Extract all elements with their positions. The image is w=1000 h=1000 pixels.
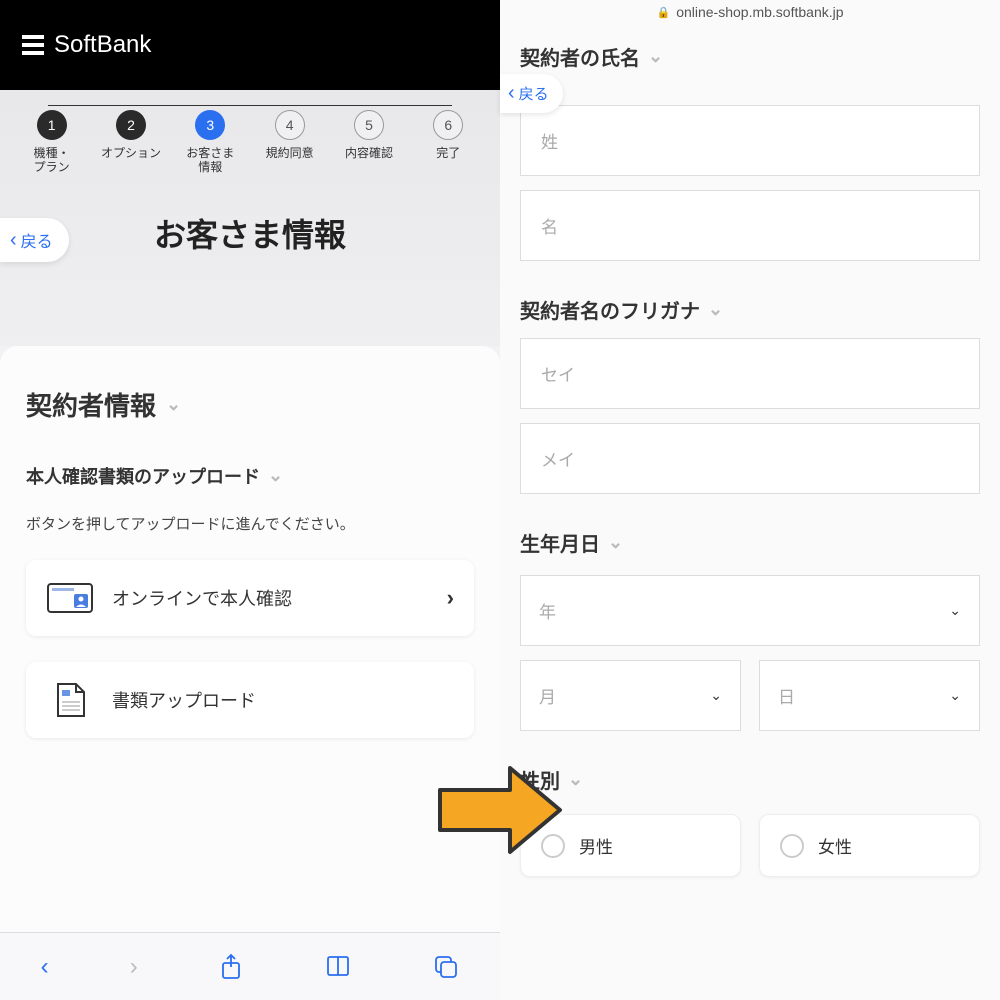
- lock-icon: 🔒: [656, 6, 670, 19]
- document-upload-button[interactable]: 書類アップロード: [26, 662, 474, 738]
- day-select[interactable]: 日⌄: [759, 660, 980, 731]
- online-verify-button[interactable]: オンラインで本人確認 ›: [26, 560, 474, 636]
- chevron-down-icon: ⌄: [166, 394, 181, 415]
- menu-icon[interactable]: [22, 35, 44, 55]
- chevron-down-icon: ⌄: [568, 769, 583, 790]
- gender-heading: 性別 ⌄: [520, 765, 980, 794]
- surname-kana-input[interactable]: セイ: [520, 338, 980, 409]
- upload-heading: 本人確認書類のアップロード ⌄: [26, 463, 474, 489]
- chevron-down-icon: ⌄: [710, 687, 722, 704]
- tabs-icon[interactable]: [433, 954, 459, 980]
- bookmarks-icon[interactable]: [324, 955, 352, 979]
- firstname-input[interactable]: 名: [520, 190, 980, 261]
- step-dot: 3: [195, 110, 225, 140]
- year-select[interactable]: 年⌄: [520, 575, 980, 646]
- brand-logo: SoftBank: [54, 31, 151, 59]
- share-icon[interactable]: [219, 953, 243, 981]
- upload-hint: ボタンを押してアップロードに進んでください。: [26, 513, 474, 534]
- option-label: オンラインで本人確認: [112, 585, 429, 611]
- month-select[interactable]: 月⌄: [520, 660, 741, 731]
- step-label: 規約同意: [266, 146, 314, 160]
- step-label: 内容確認: [345, 146, 393, 160]
- id-card-icon: [46, 578, 94, 618]
- chevron-down-icon: ⌄: [608, 532, 623, 553]
- section-heading: 契約者情報 ⌄: [26, 386, 474, 423]
- step-2: 2 オプション: [95, 110, 167, 160]
- step-dot: 2: [116, 110, 146, 140]
- right-screen: 🔒 online-shop.mb.softbank.jp 契約者の氏名 ⌄ ‹ …: [500, 0, 1000, 1000]
- option-label: 書類アップロード: [112, 687, 454, 713]
- document-icon: [46, 680, 94, 720]
- name-heading: 契約者の氏名 ⌄: [520, 42, 980, 71]
- chevron-right-icon: ›: [447, 585, 454, 611]
- step-3: 3 お客さま 情報: [174, 110, 246, 175]
- progress-stepper: 1 機種・ プラン 2 オプション 3 お客さま 情報 4 規約同意 5 内容確認 6 完了 お客さま…: [0, 90, 500, 346]
- chevron-down-icon: ⌄: [949, 687, 961, 704]
- back-label: 戻る: [519, 83, 549, 104]
- step-label: オプション: [101, 146, 161, 160]
- app-header: SoftBank: [0, 0, 500, 90]
- step-6: 6 完了: [412, 110, 484, 160]
- back-label: 戻る: [21, 228, 53, 252]
- content-card: 契約者情報 ⌄ 本人確認書類のアップロード ⌄ ボタンを押してアップロードに進ん…: [0, 346, 500, 1000]
- chevron-left-icon: ‹: [508, 82, 515, 105]
- radio-icon: [780, 834, 804, 858]
- firstname-kana-input[interactable]: メイ: [520, 423, 980, 494]
- back-button[interactable]: ‹ 戻る: [500, 74, 563, 113]
- chevron-left-icon: ‹: [10, 229, 17, 252]
- nav-back-icon[interactable]: ‹: [41, 953, 49, 981]
- chevron-down-icon: ⌄: [708, 299, 723, 320]
- step-4: 4 規約同意: [254, 110, 326, 160]
- kana-heading: 契約者名のフリガナ ⌄: [520, 295, 980, 324]
- step-label: 完了: [436, 146, 460, 160]
- arrow-annotation: [430, 755, 570, 865]
- surname-input[interactable]: 姓: [520, 105, 980, 176]
- step-dot: 1: [37, 110, 67, 140]
- step-5: 5 内容確認: [333, 110, 405, 160]
- step-label: 機種・ プラン: [34, 146, 70, 175]
- nav-forward-icon[interactable]: ›: [130, 953, 138, 981]
- chevron-down-icon: ⌄: [949, 602, 961, 619]
- step-dot: 6: [433, 110, 463, 140]
- step-1: 1 機種・ プラン: [16, 110, 88, 175]
- chevron-down-icon: ⌄: [648, 46, 663, 67]
- left-screen: SoftBank 1 機種・ プラン 2 オプション 3 お客さま 情報 4 規約同意 5 内容確…: [0, 0, 500, 1000]
- url-bar: 🔒 online-shop.mb.softbank.jp: [520, 0, 980, 38]
- dob-heading: 生年月日 ⌄: [520, 528, 980, 557]
- safari-toolbar: ‹ ›: [0, 932, 500, 1000]
- step-label: お客さま 情報: [186, 146, 234, 175]
- page-title: お客さま情報: [0, 175, 500, 316]
- back-button[interactable]: ‹ 戻る: [0, 218, 69, 262]
- gender-female-radio[interactable]: 女性: [759, 814, 980, 877]
- step-dot: 5: [354, 110, 384, 140]
- chevron-down-icon: ⌄: [268, 465, 283, 486]
- step-dot: 4: [275, 110, 305, 140]
